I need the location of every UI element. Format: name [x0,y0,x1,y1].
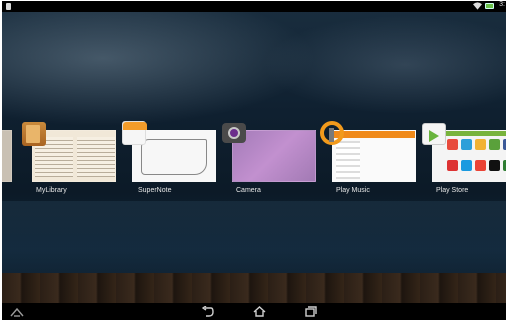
navigation-bar [2,303,506,320]
recent-card-play-store[interactable]: Play Store [422,123,506,197]
wifi-icon [473,2,482,10]
recent-card-mylibrary[interactable]: MyLibrary [22,122,117,197]
recent-apps-strip: MyLibrary SuperNote Camera Play Music Pl… [2,121,506,205]
recent-card-camera[interactable]: Camera [222,123,317,197]
recent-card-label: Play Music [336,187,370,194]
status-bar: 3: [2,1,506,12]
note-sketch [141,139,207,175]
asus-menu-icon[interactable] [10,305,24,318]
back-icon[interactable] [201,305,215,318]
music-list [336,141,360,179]
wallpaper-deck [2,273,506,303]
recent-card-partial[interactable] [2,125,13,197]
recent-card-supernote[interactable]: SuperNote [122,121,217,197]
mylibrary-icon [22,122,46,146]
book-page-right [77,137,115,177]
battery-icon [485,3,494,9]
home-icon[interactable] [252,305,266,318]
store-app-grid [447,139,506,179]
recent-card-label: MyLibrary [36,187,67,194]
recent-card-label: SuperNote [138,187,172,194]
status-time: 3: [499,1,505,8]
supernote-icon [122,121,147,145]
recent-card-label: Camera [236,187,261,194]
recents-icon[interactable] [304,305,318,318]
wallpaper-sea [2,201,506,276]
notification-icon [6,3,11,10]
recent-card-play-music[interactable]: Play Music [320,121,417,197]
recent-thumbnail [2,130,12,182]
music-header [333,131,415,138]
recent-card-label: Play Store [436,187,469,194]
play-music-icon [320,121,344,145]
play-store-icon [422,123,446,145]
play-music-thumbnail [332,130,416,182]
screen: 3: MyLibrary SuperNote Camera Play Music… [2,1,506,320]
camera-icon [222,123,246,143]
